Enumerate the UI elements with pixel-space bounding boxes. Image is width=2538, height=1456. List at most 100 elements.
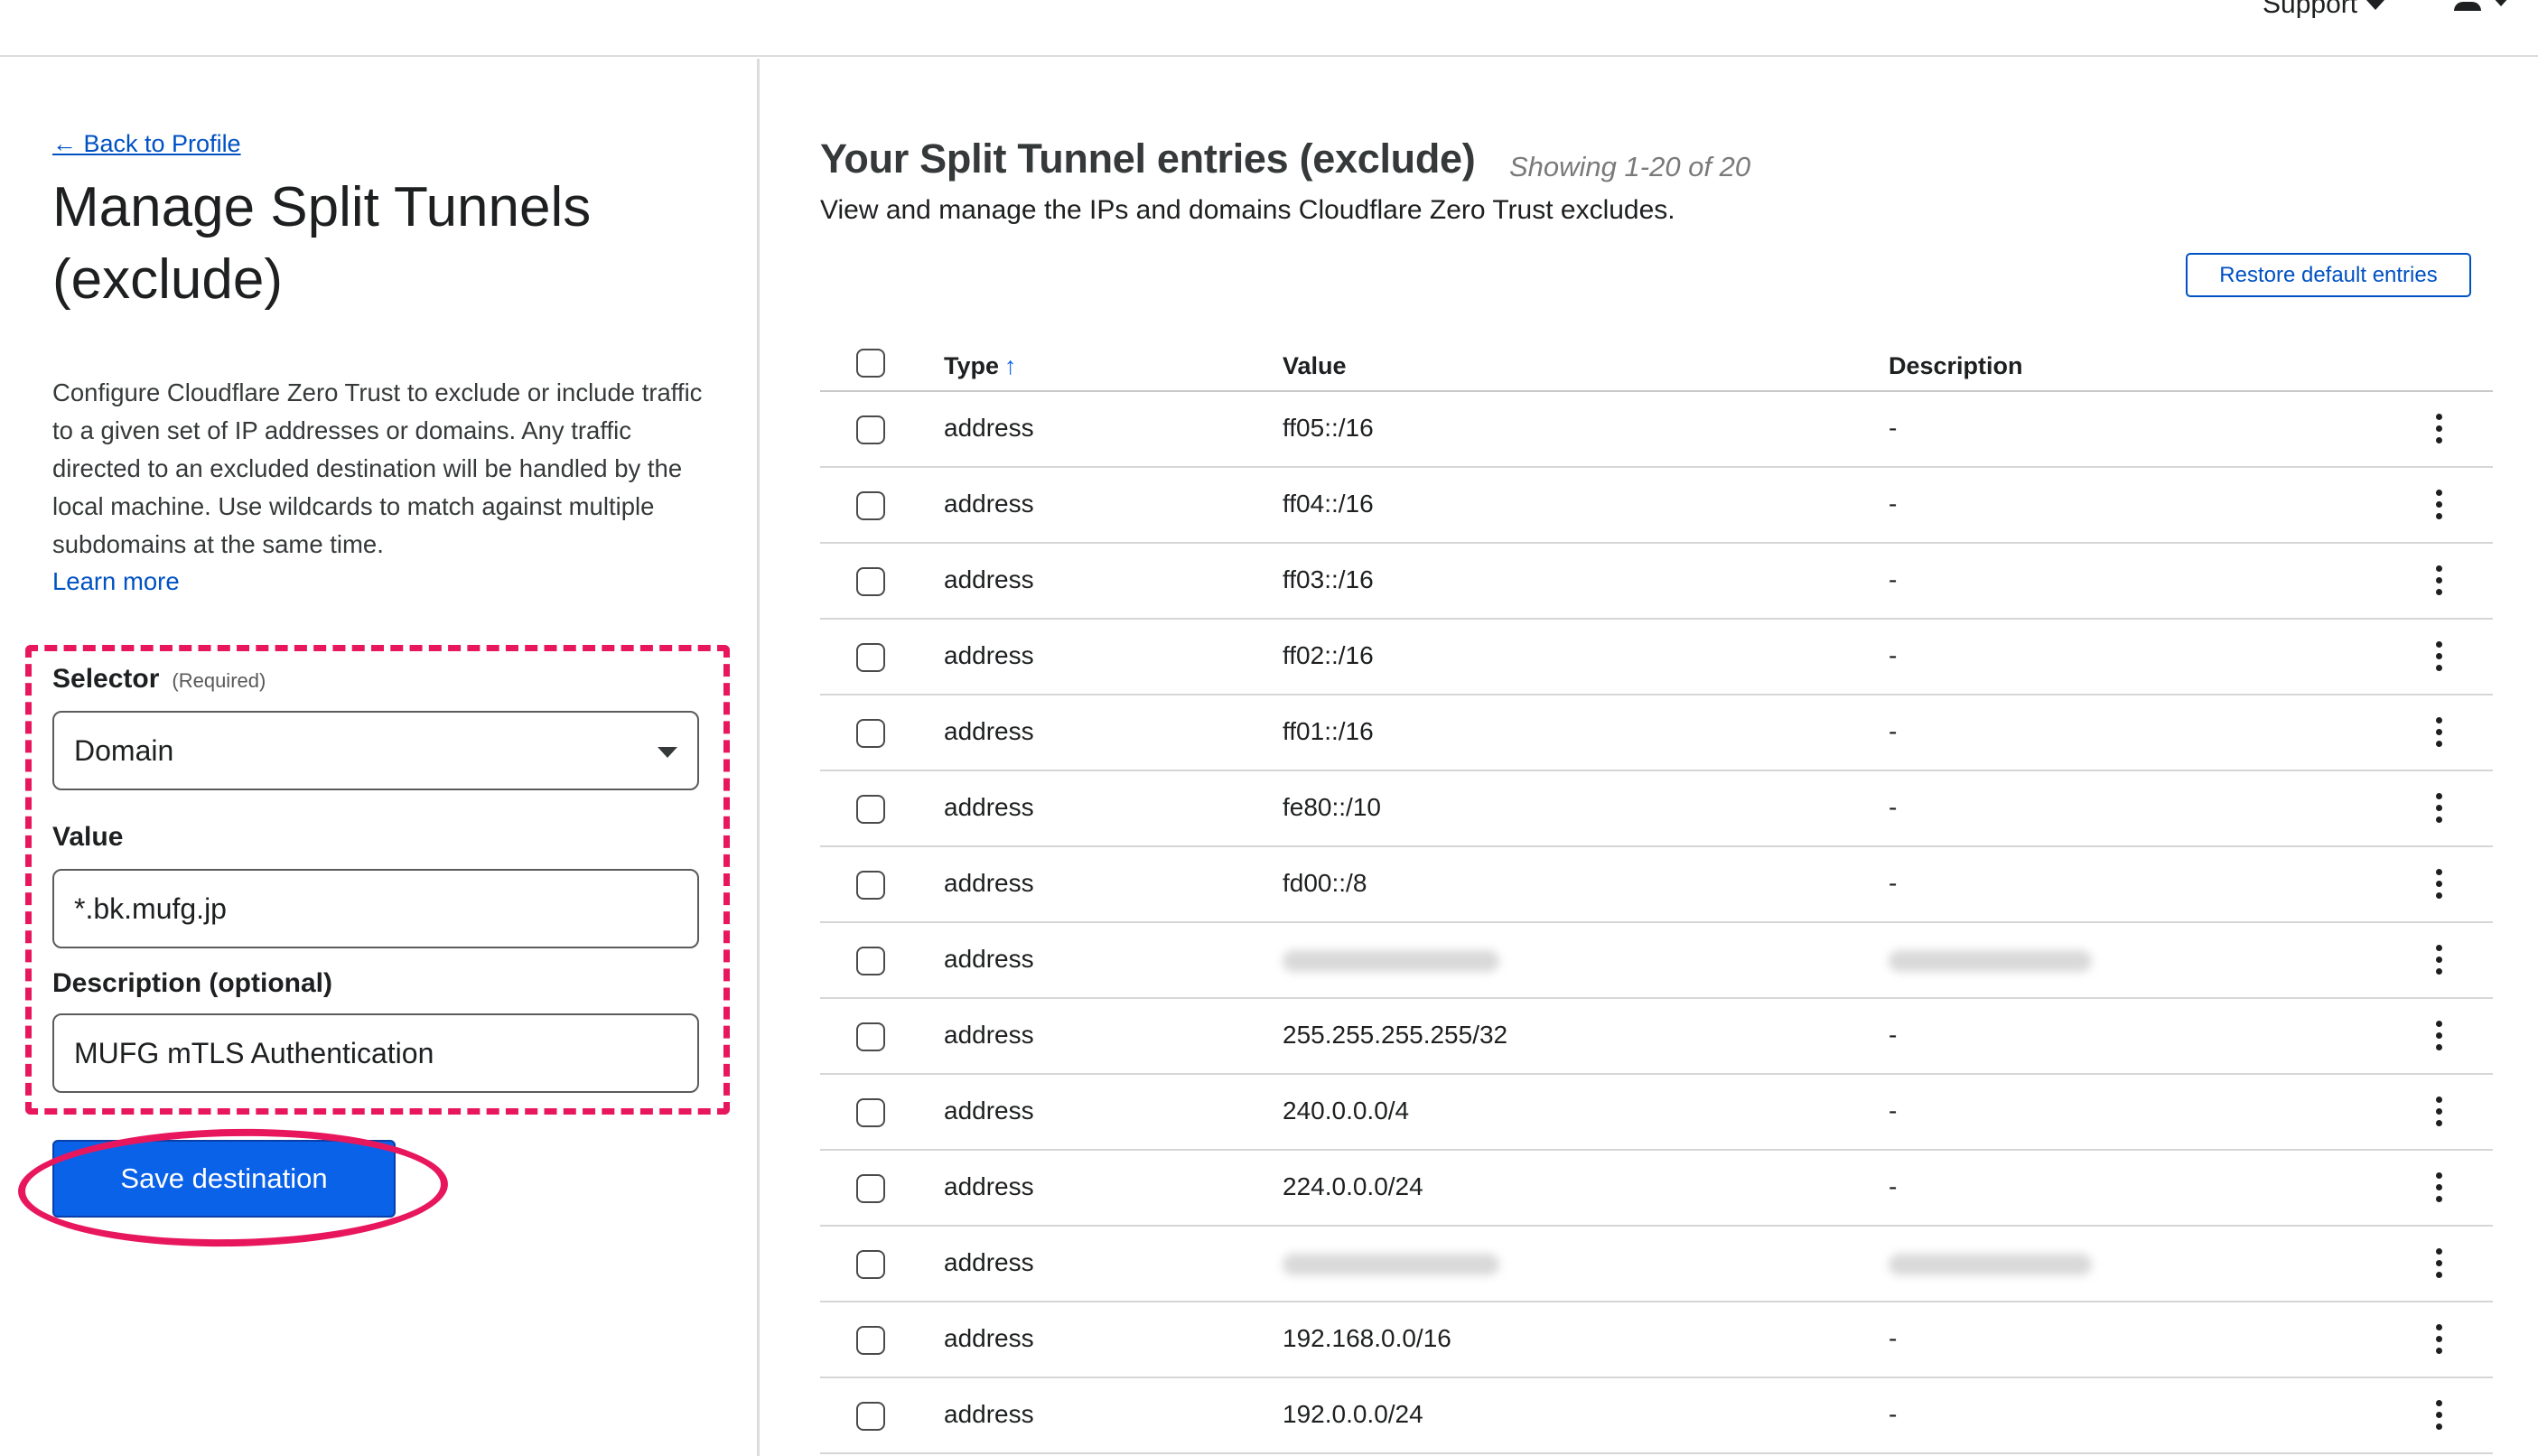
row-actions-kebab-icon[interactable] (2428, 1093, 2449, 1129)
cell-type: address (944, 869, 1034, 897)
cell-description: - (1889, 1097, 1898, 1125)
cell-value: 192.0.0.0/24 (1283, 1400, 1423, 1428)
cell-value: ff01::/16 (1283, 717, 1374, 745)
cell-description: - (1889, 1324, 1898, 1352)
restore-default-entries-button[interactable]: Restore default entries (2186, 253, 2471, 297)
page-description: Configure Cloudflare Zero Trust to exclu… (52, 378, 703, 558)
cell-type: address (944, 793, 1034, 821)
value-label: Value (52, 822, 124, 852)
table-row: address ff03::/16 - (820, 544, 2493, 620)
cell-description: - (1889, 1400, 1898, 1428)
row-actions-kebab-icon[interactable] (2428, 1169, 2449, 1205)
row-actions-kebab-icon[interactable] (2428, 714, 2449, 750)
cell-value: ff05::/16 (1283, 414, 1374, 442)
cell-description: - (1889, 1172, 1898, 1200)
selector-label-text: Selector (52, 664, 160, 694)
row-actions-kebab-icon[interactable] (2428, 1321, 2449, 1357)
table-row: address 240.0.0.0/4 - (820, 1075, 2493, 1151)
back-to-profile-link[interactable]: ← Back to Profile (52, 130, 241, 158)
user-menu[interactable] (2454, 0, 2510, 11)
table-row: address (820, 923, 2493, 999)
row-actions-kebab-icon[interactable] (2428, 1396, 2449, 1433)
cell-type: address (944, 1400, 1034, 1428)
row-actions-kebab-icon[interactable] (2428, 1245, 2449, 1281)
row-actions-kebab-icon[interactable] (2428, 1017, 2449, 1053)
cell-value: fd00::/8 (1283, 869, 1367, 897)
redacted-value (1283, 950, 1499, 972)
cell-description: - (1889, 641, 1898, 669)
table-row: address fe80::/10 - (820, 771, 2493, 847)
row-checkbox[interactable] (856, 643, 885, 672)
showing-count: Showing 1-20 of 20 (1509, 151, 1751, 182)
row-checkbox[interactable] (856, 1098, 885, 1127)
cell-description: - (1889, 490, 1898, 518)
learn-more-link[interactable]: Learn more (52, 567, 180, 596)
row-checkbox[interactable] (856, 1326, 885, 1355)
row-checkbox[interactable] (856, 1022, 885, 1051)
column-header-description: Description (1889, 352, 2023, 379)
cell-description: - (1889, 1021, 1898, 1049)
value-input-text: *.bk.mufg.jp (74, 891, 227, 925)
row-checkbox[interactable] (856, 491, 885, 520)
cell-type: address (944, 717, 1034, 745)
row-actions-kebab-icon[interactable] (2428, 410, 2449, 446)
table-header: Type ↑ Value Description (820, 327, 2493, 392)
table-row: address 192.0.0.0/24 - (820, 1378, 2493, 1454)
cell-description: - (1889, 793, 1898, 821)
row-actions-kebab-icon[interactable] (2428, 638, 2449, 674)
cell-type: address (944, 641, 1034, 669)
chevron-down-icon (658, 747, 677, 758)
cell-value: fe80::/10 (1283, 793, 1381, 821)
support-label: Support (2263, 0, 2358, 19)
row-actions-kebab-icon[interactable] (2428, 486, 2449, 522)
row-checkbox[interactable] (856, 871, 885, 900)
table-row: address fd00::/8 - (820, 847, 2493, 923)
column-header-value: Value (1283, 352, 1347, 379)
cell-type: address (944, 565, 1034, 593)
user-icon (2454, 0, 2481, 11)
table-row: address ff02::/16 - (820, 620, 2493, 695)
row-actions-kebab-icon[interactable] (2428, 562, 2449, 598)
row-checkbox[interactable] (856, 947, 885, 975)
row-checkbox[interactable] (856, 415, 885, 444)
chevron-down-icon (2492, 0, 2510, 6)
row-checkbox[interactable] (856, 1250, 885, 1279)
table-row: address ff04::/16 - (820, 468, 2493, 544)
row-actions-kebab-icon[interactable] (2428, 865, 2449, 901)
cell-type: address (944, 1021, 1034, 1049)
row-checkbox[interactable] (856, 1402, 885, 1431)
table-row: address 224.0.0.0/24 - (820, 1151, 2493, 1227)
sort-ascending-icon: ↑ (1004, 352, 1017, 379)
row-checkbox[interactable] (856, 719, 885, 748)
cell-type: address (944, 1097, 1034, 1125)
row-checkbox[interactable] (856, 795, 885, 824)
cell-value: 224.0.0.0/24 (1283, 1172, 1423, 1200)
required-hint: (Required) (172, 669, 266, 692)
cell-type: address (944, 1172, 1034, 1200)
support-menu[interactable]: Support (2263, 0, 2385, 20)
select-all-checkbox[interactable] (856, 349, 885, 378)
cell-value: 255.255.255.255/32 (1283, 1021, 1508, 1049)
cell-description: - (1889, 869, 1898, 897)
redacted-description (1889, 950, 2092, 972)
row-checkbox[interactable] (856, 567, 885, 596)
cell-value: ff03::/16 (1283, 565, 1374, 593)
value-input[interactable]: *.bk.mufg.jp (52, 869, 699, 948)
description-label: Description (optional) (52, 968, 332, 998)
cell-description: - (1889, 717, 1898, 745)
cell-type: address (944, 1248, 1034, 1276)
panel-divider (757, 59, 760, 1456)
cell-value: ff04::/16 (1283, 490, 1374, 518)
entries-title: Your Split Tunnel entries (exclude) (820, 135, 1476, 182)
description-input[interactable]: MUFG mTLS Authentication (52, 1013, 699, 1093)
row-actions-kebab-icon[interactable] (2428, 789, 2449, 826)
table-row: address 255.255.255.255/32 - (820, 999, 2493, 1075)
description-input-text: MUFG mTLS Authentication (74, 1036, 434, 1069)
row-checkbox[interactable] (856, 1174, 885, 1203)
selector-dropdown[interactable]: Domain (52, 711, 699, 790)
table-row: address 192.168.0.0/16 - (820, 1302, 2493, 1378)
row-actions-kebab-icon[interactable] (2428, 941, 2449, 977)
cell-value: 240.0.0.0/4 (1283, 1097, 1410, 1125)
save-destination-button[interactable]: Save destination (52, 1140, 396, 1218)
column-header-type[interactable]: Type ↑ (944, 352, 1017, 380)
